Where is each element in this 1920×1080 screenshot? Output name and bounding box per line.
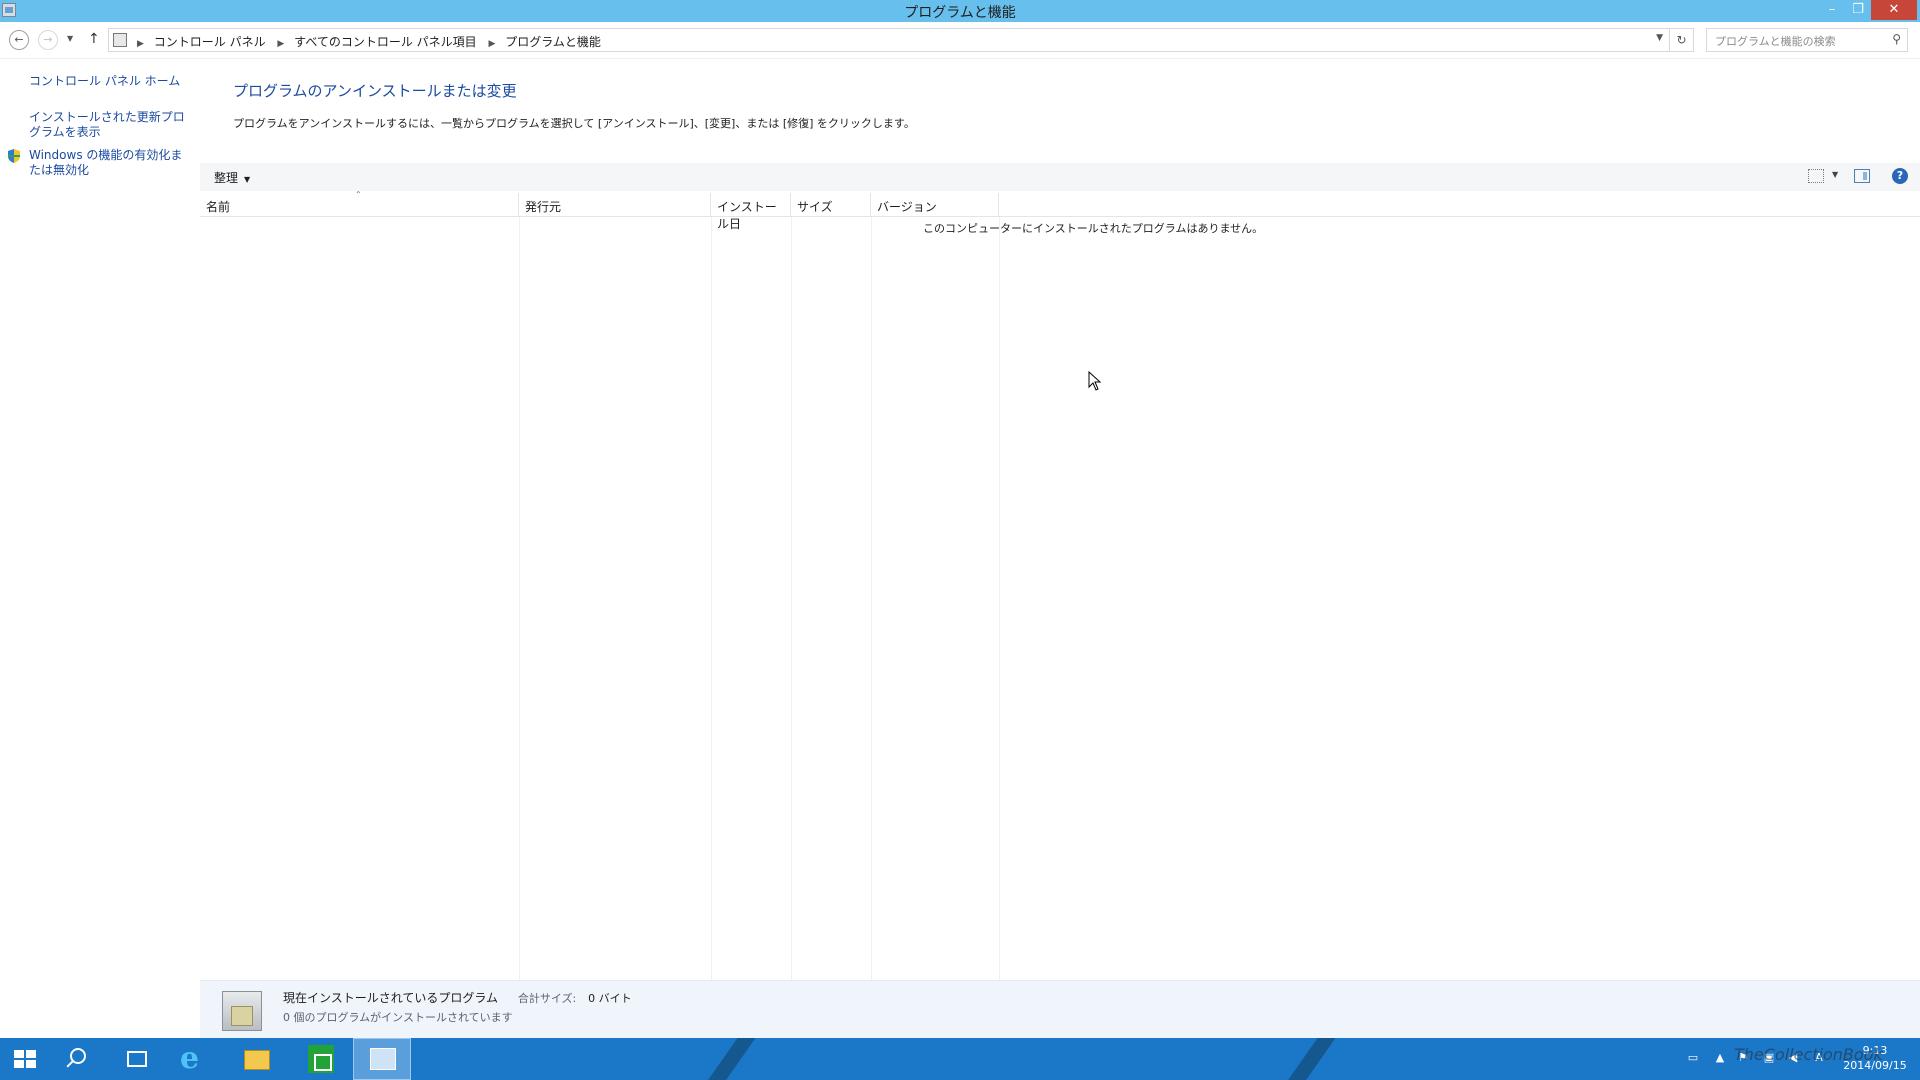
breadcrumb-control-panel[interactable]: コントロール パネル (154, 35, 266, 49)
organize-label: 整理 (214, 171, 239, 185)
page-title: プログラムのアンインストールまたは変更 (233, 82, 517, 100)
column-header-publisher[interactable]: 発行元 (519, 193, 711, 217)
program-count: 0 個のプログラムがインストールされています (283, 1011, 513, 1024)
show-hidden-icons-icon[interactable]: ▲ (1713, 1051, 1727, 1065)
column-header-name-label: 名前 (206, 200, 231, 214)
control-panel-location-icon (113, 33, 127, 47)
column-divider (871, 217, 872, 980)
search-icon[interactable]: ⚲ (1892, 32, 1901, 46)
search-input[interactable]: プログラムと機能の検索 (1715, 33, 1836, 49)
total-size-value: 0 バイト (588, 992, 632, 1005)
view-installed-updates-link[interactable]: インストールされた更新プログラムを表示 (29, 110, 194, 140)
column-header-installed-on[interactable]: インストール日 (711, 193, 791, 231)
shield-icon (8, 149, 20, 163)
minimize-button[interactable]: – (1819, 0, 1845, 20)
command-bar: 整理 ▼ ▼ ? (200, 163, 1920, 191)
restore-button[interactable]: ❐ (1845, 0, 1871, 20)
column-header-publisher-label: 発行元 (525, 200, 562, 214)
column-header-name[interactable]: ⌃ 名前 (200, 190, 519, 217)
column-divider (791, 217, 792, 980)
windows-features-link[interactable]: Windows の機能の有効化または無効化 (29, 148, 194, 178)
task-pane: コントロール パネル ホーム インストールされた更新プログラムを表示 Windo… (0, 60, 200, 1040)
control-panel-home-link[interactable]: コントロール パネル ホーム (29, 74, 194, 89)
back-button[interactable]: ← (9, 30, 29, 50)
breadcrumb-programs[interactable]: プログラムと機能 (505, 35, 601, 49)
close-button[interactable]: ✕ (1871, 0, 1917, 20)
column-header-version[interactable]: バージョン (871, 193, 999, 217)
action-center-icon[interactable]: ▭ (1686, 1051, 1700, 1065)
refresh-button[interactable]: ↻ (1669, 29, 1693, 51)
breadcrumb: ▶ コントロール パネル ▶ すべてのコントロール パネル項目 ▶ プログラムと… (135, 33, 607, 50)
change-view-icon[interactable] (1808, 169, 1824, 183)
navigation-bar: ← → ▼ ↑ ▶ コントロール パネル ▶ すべてのコントロール パネル項目 … (0, 22, 1920, 59)
sort-ascending-icon: ⌃ (355, 190, 362, 199)
preview-pane-icon[interactable] (1854, 169, 1870, 183)
taskbar: e ▭ ▲ ⚑ ▣ ◀ A 9:13 2014/09/15 (0, 1038, 1920, 1080)
column-divider (519, 217, 520, 980)
organize-button[interactable]: 整理 ▼ (214, 169, 250, 186)
total-size-label: 合計サイズ: (517, 992, 577, 1005)
arrow-left-icon: ← (14, 33, 24, 46)
up-button[interactable]: ↑ (88, 31, 100, 47)
details-pane: 現在インストールされているプログラム 合計サイズ: 0 バイト 0 個のプログラ… (200, 980, 1920, 1038)
mouse-cursor-icon (1088, 371, 1102, 391)
chevron-right-icon[interactable]: ▶ (488, 39, 495, 49)
window-title: プログラムと機能 (904, 5, 1016, 21)
column-header-size[interactable]: サイズ (791, 193, 871, 217)
search-box[interactable]: プログラムと機能の検索 ⚲ (1706, 28, 1908, 52)
details-title: 現在インストールされているプログラム (283, 991, 499, 1005)
arrow-right-icon: → (43, 33, 53, 46)
empty-list-message: このコンピューターにインストールされたプログラムはありません。 (923, 222, 1264, 235)
list-header: ⌃ 名前 発行元 インストール日 サイズ バージョン (200, 190, 1920, 231)
watermark-text: TheCollectionBook (1734, 1045, 1883, 1064)
recent-locations-dropdown[interactable]: ▼ (67, 34, 73, 43)
column-header-size-label: サイズ (797, 200, 833, 214)
column-header-installed-on-label: インストール日 (717, 200, 777, 231)
chevron-right-icon[interactable]: ▶ (277, 39, 284, 49)
system-tray: ▭ ▲ ⚑ ▣ ◀ A 9:13 2014/09/15 (0, 1038, 1920, 1080)
address-history-dropdown[interactable]: ▼ (1656, 33, 1663, 43)
column-header-version-label: バージョン (877, 200, 937, 214)
arrow-up-icon: ↑ (88, 31, 100, 47)
installed-programs-icon (222, 991, 262, 1031)
address-bar[interactable]: ▶ コントロール パネル ▶ すべてのコントロール パネル項目 ▶ プログラムと… (108, 28, 1694, 52)
help-icon[interactable]: ? (1892, 168, 1908, 184)
page-description: プログラムをアンインストールするには、一覧からプログラムを選択して [アンインス… (233, 117, 915, 130)
details-summary: 現在インストールされているプログラム 合計サイズ: 0 バイト (283, 989, 632, 1006)
forward-button[interactable]: → (38, 30, 58, 50)
column-divider (711, 217, 712, 980)
view-options-dropdown[interactable]: ▼ (1832, 170, 1838, 179)
title-bar: プログラムと機能 – ❐ ✕ (0, 0, 1920, 22)
refresh-icon: ↻ (1676, 33, 1687, 47)
chevron-down-icon: ▼ (244, 175, 251, 184)
breadcrumb-all-items[interactable]: すべてのコントロール パネル項目 (294, 35, 477, 49)
chevron-right-icon[interactable]: ▶ (137, 39, 144, 49)
column-divider (999, 217, 1000, 980)
